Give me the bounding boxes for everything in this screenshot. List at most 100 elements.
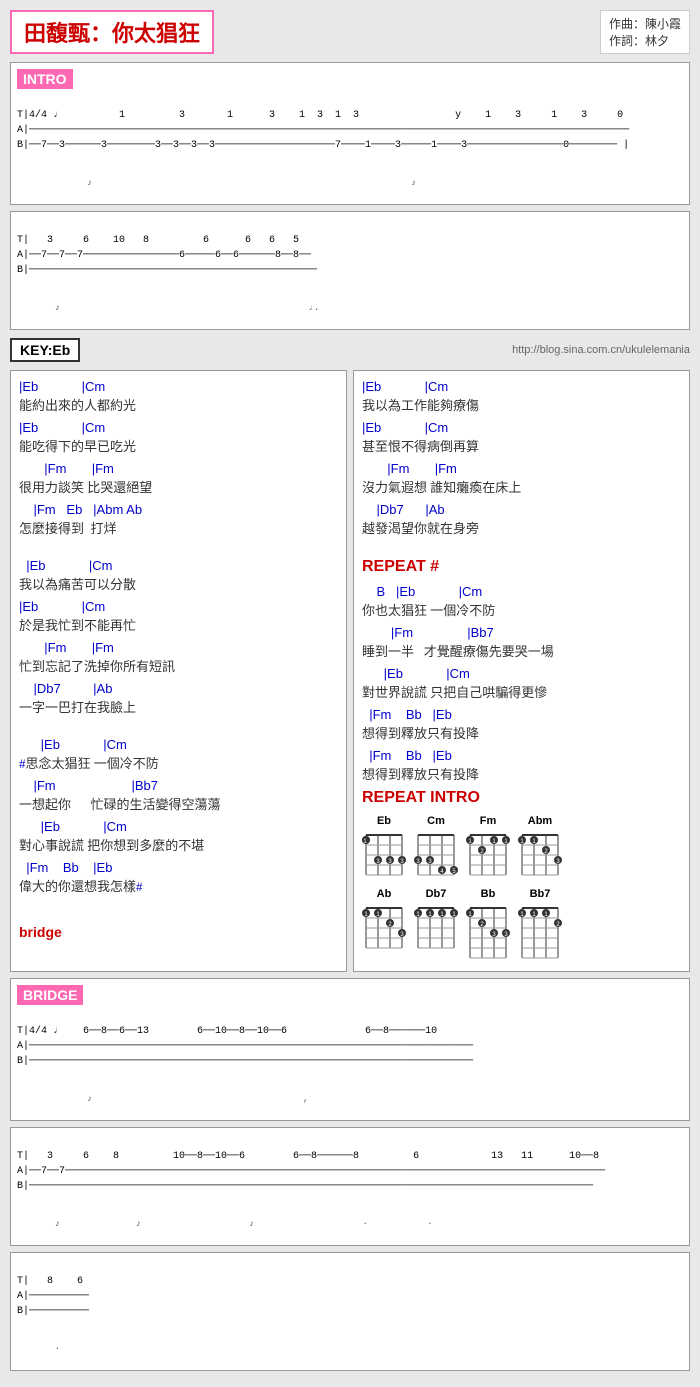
rchord-v1l2: |Eb |Cm (362, 420, 681, 435)
chord-diagrams-area: Eb (362, 815, 681, 963)
composer-info: 作曲：陳小霞 作詞：林夕 (600, 10, 690, 54)
lyric-v2l2: 於是我忙到不能再忙 (19, 615, 338, 634)
title-area: 田馥甄：你太猖狂 作曲：陳小霞 作詞：林夕 (10, 10, 690, 54)
bridge-tab-section3: T| 8 6 A|────────── B|────────── · (10, 1252, 690, 1371)
chord-bb: Bb 1 (466, 888, 510, 963)
rlyric-v2l1: 你也太猖狂 一個冷不防 (362, 600, 681, 619)
website: http://blog.sina.com.cn/ukulelemania (512, 344, 690, 356)
lyric-v3l3: 對心事說謊 把你想到多麼的不堪 (19, 835, 338, 854)
right-column: |Eb |Cm 我以為工作能夠療傷 |Eb |Cm 甚至恨不得病倒再算 |Fm … (353, 370, 690, 972)
chord-v3l3: |Eb |Cm (19, 819, 338, 834)
chord-cm: Cm 3 (414, 815, 458, 880)
page: 田馥甄：你太猖狂 作曲：陳小霞 作詞：林夕 INTRO T|4/4 ♩ 1 3 … (0, 0, 700, 1387)
intro-tab-staff: T|4/4 ♩ 1 3 1 3 1 3 1 3 y 1 3 1 3 0 A|──… (17, 93, 683, 168)
key-section: KEY:Eb http://blog.sina.com.cn/ukulelema… (10, 336, 690, 364)
chord-bb7-diagram: 1 1 1 2 (518, 900, 562, 960)
chord-v2l2: |Eb |Cm (19, 599, 338, 614)
intro-tab2-ornaments: ♪ ♩. (17, 293, 683, 323)
chord-row2: Ab 1 (362, 888, 681, 963)
bridge-ornament2: ♪ ♪ ♪ · · (17, 1209, 683, 1239)
rchord-v2l5: |Fm Bb |Eb (362, 748, 681, 763)
chord-v3l2: |Fm |Bb7 (19, 778, 338, 793)
rchord-v1l1: |Eb |Cm (362, 379, 681, 394)
bridge-label-text: bridge (19, 924, 338, 940)
bridge-label-tag: BRIDGE (17, 985, 83, 1005)
lyric-v3l1: #思念太猖狂 一個冷不防 (19, 753, 338, 772)
chord-cm-diagram: 3 3 4 5 (414, 827, 458, 877)
chord-v3l4: |Fm Bb |Eb (19, 860, 338, 875)
bridge-tab-staff3: T| 8 6 A|────────── B|────────── (17, 1259, 683, 1334)
intro-header: INTRO (17, 69, 683, 89)
lyric-v1l4: 怎麼接得到 打烊 (19, 518, 338, 537)
lyric-v1l1: 能約出來的人都約光 (19, 395, 338, 414)
chord-bb-diagram: 1 2 3 3 (466, 900, 510, 960)
rlyric-v1l4: 越發渴望你就在身旁 (362, 518, 681, 537)
left-verse1: |Eb |Cm 能約出來的人都約光 |Eb |Cm 能吃得下的早已吃光 |Fm … (19, 379, 338, 537)
lyric-v1l2: 能吃得下的早已吃光 (19, 436, 338, 455)
lyric-v1l3: 很用力談笑 比哭還絕望 (19, 477, 338, 496)
rchord-v1l3: |Fm |Fm (362, 461, 681, 476)
bridge-tab-staff: T|4/4 ♩ 6──8──6──13 6──10──8──10──6 6──8… (17, 1009, 683, 1084)
chord-abm-diagram: 1 1 2 3 (518, 827, 562, 877)
rchord-v2l2: |Fm |Bb7 (362, 625, 681, 640)
bridge-ornament1: ♪ , (17, 1084, 683, 1114)
chord-eb: Eb (362, 815, 406, 880)
key-box: KEY:Eb (10, 338, 80, 362)
chord-eb-diagram: 1 3 3 3 (362, 827, 406, 877)
chord-v1l2: |Eb |Cm (19, 420, 338, 435)
composer-label: 作曲：陳小霞 (609, 15, 681, 32)
bridge-tab-section: BRIDGE T|4/4 ♩ 6──8──6──13 6──10──8──10─… (10, 978, 690, 1121)
intro-tab-ornaments: ♪ ♪ (17, 168, 683, 198)
left-verse2: |Eb |Cm 我以為痛苦可以分散 |Eb |Cm 於是我忙到不能再忙 |Fm … (19, 558, 338, 716)
chord-ab: Ab 1 (362, 888, 406, 953)
intro-label: INTRO (17, 69, 73, 89)
rchord-v2l3: |Eb |Cm (362, 666, 681, 681)
intro-tab-section: INTRO T|4/4 ♩ 1 3 1 3 1 3 1 3 y 1 3 1 3 … (10, 62, 690, 205)
lyric-v3l2: 一想起你 忙碌的生活變得空蕩蕩 (19, 794, 338, 813)
chord-cm-label: Cm (414, 815, 458, 827)
rchord-v1l4: |Db7 |Ab (362, 502, 681, 517)
chord-fm: Fm 1 (466, 815, 510, 880)
rlyric-v2l3: 對世界說謊 只把自己哄騙得更慘 (362, 682, 681, 701)
intro-tab-section2: T| 3 6 10 8 6 6 6 5 A|──7──7──7─────────… (10, 211, 690, 330)
chord-bb-label: Bb (466, 888, 510, 900)
right-verse2: B |Eb |Cm 你也太猖狂 一個冷不防 |Fm |Bb7 睡到一半 才覺醒療… (362, 584, 681, 783)
lyric-v2l1: 我以為痛苦可以分散 (19, 574, 338, 593)
chord-v2l1: |Eb |Cm (19, 558, 338, 573)
chord-bb7-label: Bb7 (518, 888, 562, 900)
left-verse3: |Eb |Cm #思念太猖狂 一個冷不防 |Fm |Bb7 一想起你 忙碌的生活… (19, 737, 338, 895)
chord-ab-label: Ab (362, 888, 406, 900)
rlyric-v1l1: 我以為工作能夠療傷 (362, 395, 681, 414)
rlyric-v1l3: 沒力氣遐想 誰知癱瘓在床上 (362, 477, 681, 496)
chord-v1l1: |Eb |Cm (19, 379, 338, 394)
chord-abm: Abm 1 (518, 815, 562, 880)
chord-eb-label: Eb (362, 815, 406, 827)
chord-db7-label: Db7 (414, 888, 458, 900)
chord-fm-diagram: 1 2 1 1 (466, 827, 510, 877)
chord-v2l4: |Db7 |Ab (19, 681, 338, 696)
chord-v1l3: |Fm |Fm (19, 461, 338, 476)
rlyric-v1l2: 甚至恨不得病倒再算 (362, 436, 681, 455)
lyric-v2l3: 忙到忘記了洗掉你所有短訊 (19, 656, 338, 675)
rchord-v2l1: B |Eb |Cm (362, 584, 681, 599)
chord-bb7: Bb7 1 (518, 888, 562, 963)
chord-db7: Db7 1 (414, 888, 458, 953)
chord-row1: Eb (362, 815, 681, 880)
repeat-hash-header: REPEAT # (362, 558, 681, 576)
chord-fm-label: Fm (466, 815, 510, 827)
intro-tab-staff2: T| 3 6 10 8 6 6 6 5 A|──7──7──7─────────… (17, 218, 683, 293)
left-column: |Eb |Cm 能約出來的人都約光 |Eb |Cm 能吃得下的早已吃光 |Fm … (10, 370, 347, 972)
chord-abm-label: Abm (518, 815, 562, 827)
rchord-v2l4: |Fm Bb |Eb (362, 707, 681, 722)
chord-ab-diagram: 1 1 2 3 (362, 900, 406, 950)
rlyric-v2l5: 想得到釋放只有投降 (362, 764, 681, 783)
chord-v3l1: |Eb |Cm (19, 737, 338, 752)
rlyric-v2l4: 想得到釋放只有投降 (362, 723, 681, 742)
lyrics-section: |Eb |Cm 能約出來的人都約光 |Eb |Cm 能吃得下的早已吃光 |Fm … (10, 370, 690, 972)
chord-v1l4: |Fm Eb |Abm Ab (19, 502, 338, 517)
lyric-v2l4: 一字一巴打在我臉上 (19, 697, 338, 716)
bridge-tab-staff2: T| 3 6 8 10──8──10──6 6──8──────8 6 13 1… (17, 1134, 683, 1209)
lyric-v3l4: 偉大的你還想我怎樣# (19, 876, 338, 895)
right-verse1: |Eb |Cm 我以為工作能夠療傷 |Eb |Cm 甚至恨不得病倒再算 |Fm … (362, 379, 681, 537)
chord-v2l3: |Fm |Fm (19, 640, 338, 655)
